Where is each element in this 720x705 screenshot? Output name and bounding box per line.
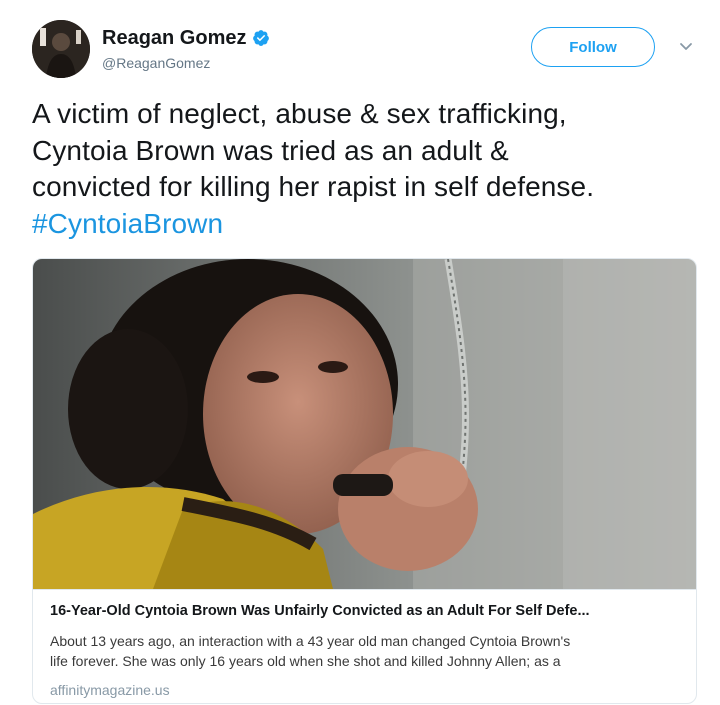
display-name[interactable]: Reagan Gomez	[102, 27, 246, 50]
tweet-text: A victim of neglect, abuse & sex traffic…	[32, 96, 702, 242]
card-image	[33, 259, 696, 589]
tweet-text-line: Cyntoia Brown was tried as an adult &	[32, 134, 509, 166]
chevron-down-icon[interactable]	[678, 40, 694, 54]
card-body: 16-Year-Old Cyntoia Brown Was Unfairly C…	[33, 589, 696, 703]
user-handle[interactable]: @ReaganGomez	[102, 55, 210, 71]
user-name-row[interactable]: Reagan Gomez	[102, 24, 270, 52]
tweet-text-line: A victim of neglect, abuse & sex traffic…	[32, 98, 567, 129]
link-card[interactable]: 16-Year-Old Cyntoia Brown Was Unfairly C…	[32, 258, 697, 704]
card-description-line: life forever. She was only 16 years old …	[50, 653, 561, 669]
card-domain[interactable]: affinitymagazine.us	[50, 682, 170, 698]
card-description-line: About 13 years ago, an interaction with …	[50, 633, 571, 649]
tweet: Reagan Gomez @ReaganGomez Follow A victi…	[0, 0, 720, 705]
verified-icon	[253, 30, 270, 46]
hashtag-link[interactable]: #CyntoiaBrown	[32, 206, 702, 243]
tweet-text-line: convicted for killing her rapist in self…	[32, 171, 595, 202]
avatar[interactable]	[32, 20, 90, 78]
avatar-image	[32, 20, 90, 78]
follow-button[interactable]: Follow	[531, 27, 655, 67]
card-description: About 13 years ago, an interaction with …	[50, 631, 680, 671]
card-title[interactable]: 16-Year-Old Cyntoia Brown Was Unfairly C…	[50, 603, 690, 619]
